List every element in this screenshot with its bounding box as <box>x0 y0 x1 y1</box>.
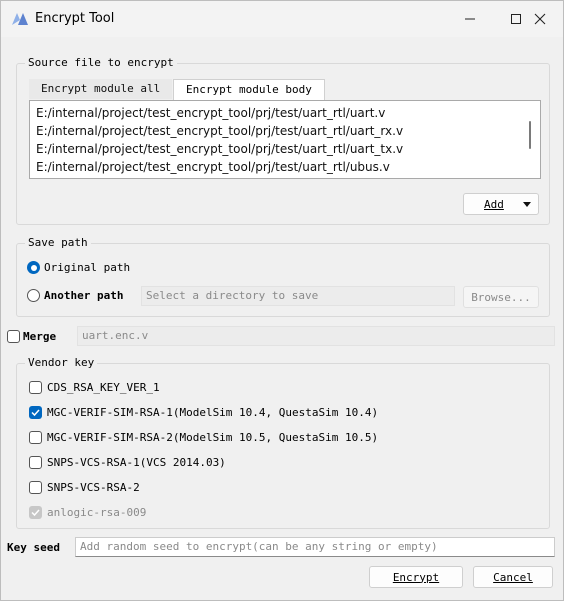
original-path-radio[interactable] <box>27 261 40 274</box>
file-list-item[interactable]: E:/internal/project/test_encrypt_tool/pr… <box>30 158 540 176</box>
vendor-key-legend: Vendor key <box>25 356 98 369</box>
source-file-legend: Source file to encrypt <box>25 56 177 69</box>
key-seed-label: Key seed <box>7 541 60 554</box>
vendor-key-label: anlogic-rsa-009 <box>47 506 147 519</box>
vendor-key-checkbox[interactable] <box>29 381 42 394</box>
vendor-key-label: MGC-VERIF-SIM-RSA-2(ModelSim 10.5, Quest… <box>47 431 379 444</box>
merge-checkbox[interactable] <box>7 330 20 343</box>
encrypt-tool-window: Encrypt Tool Source file to encrypt Encr… <box>0 0 564 601</box>
cancel-button-label: Cancel <box>493 570 533 584</box>
encrypt-button[interactable]: Encrypt <box>369 566 463 588</box>
vendor-key-checkbox[interactable] <box>29 481 42 494</box>
add-button[interactable]: Add <box>463 193 539 215</box>
vendor-key-label: MGC-VERIF-SIM-RSA-1(ModelSim 10.4, Quest… <box>47 406 379 419</box>
checkmark-icon <box>31 509 40 517</box>
close-icon <box>534 13 546 25</box>
close-button[interactable] <box>517 1 563 37</box>
vendor-key-label: SNPS-VCS-RSA-1(VCS 2014.03) <box>47 456 226 469</box>
app-logo-icon <box>12 13 28 25</box>
file-list-scrollbar[interactable] <box>529 121 531 149</box>
file-list-item[interactable]: E:/internal/project/test_encrypt_tool/pr… <box>30 104 540 122</box>
vendor-key-checkbox[interactable] <box>29 456 42 469</box>
browse-button-label: Browse... <box>471 290 531 304</box>
checkmark-icon <box>31 409 40 417</box>
browse-button[interactable]: Browse... <box>463 286 539 308</box>
minimize-button[interactable] <box>447 1 493 37</box>
merge-filename-input[interactable]: uart.enc.v <box>77 326 555 346</box>
merge-label: Merge <box>23 330 57 343</box>
title-bar[interactable]: Encrypt Tool <box>1 1 563 37</box>
file-list-item[interactable]: E:/internal/project/test_encrypt_tool/pr… <box>30 122 540 140</box>
tab-encrypt-module-all[interactable]: Encrypt module all <box>29 79 173 99</box>
encrypt-button-label: Encrypt <box>392 570 440 584</box>
file-list[interactable]: E:/internal/project/test_encrypt_tool/pr… <box>29 100 541 179</box>
cancel-button[interactable]: Cancel <box>473 566 553 588</box>
file-list-item[interactable]: E:/internal/project/test_encrypt_tool/pr… <box>30 140 540 158</box>
minimize-icon <box>465 18 475 20</box>
vendor-key-checkbox-disabled <box>29 506 42 519</box>
tab-encrypt-module-body[interactable]: Encrypt module body <box>173 79 325 100</box>
dropdown-arrow-icon <box>523 202 531 207</box>
vendor-key-checkbox[interactable] <box>29 431 42 444</box>
add-button-label: Add <box>484 197 504 211</box>
vendor-key-checkbox[interactable] <box>29 406 42 419</box>
another-path-label: Another path <box>44 289 124 302</box>
window-title: Encrypt Tool <box>35 11 115 26</box>
vendor-key-label: CDS_RSA_KEY_VER_1 <box>47 381 160 394</box>
save-directory-input[interactable]: Select a directory to save <box>141 286 455 306</box>
original-path-label: Original path <box>44 261 131 274</box>
save-path-legend: Save path <box>25 236 91 249</box>
vendor-key-label: SNPS-VCS-RSA-2 <box>47 481 140 494</box>
another-path-radio[interactable] <box>27 289 40 302</box>
key-seed-input[interactable]: Add random seed to encrypt(can be any st… <box>75 537 555 557</box>
